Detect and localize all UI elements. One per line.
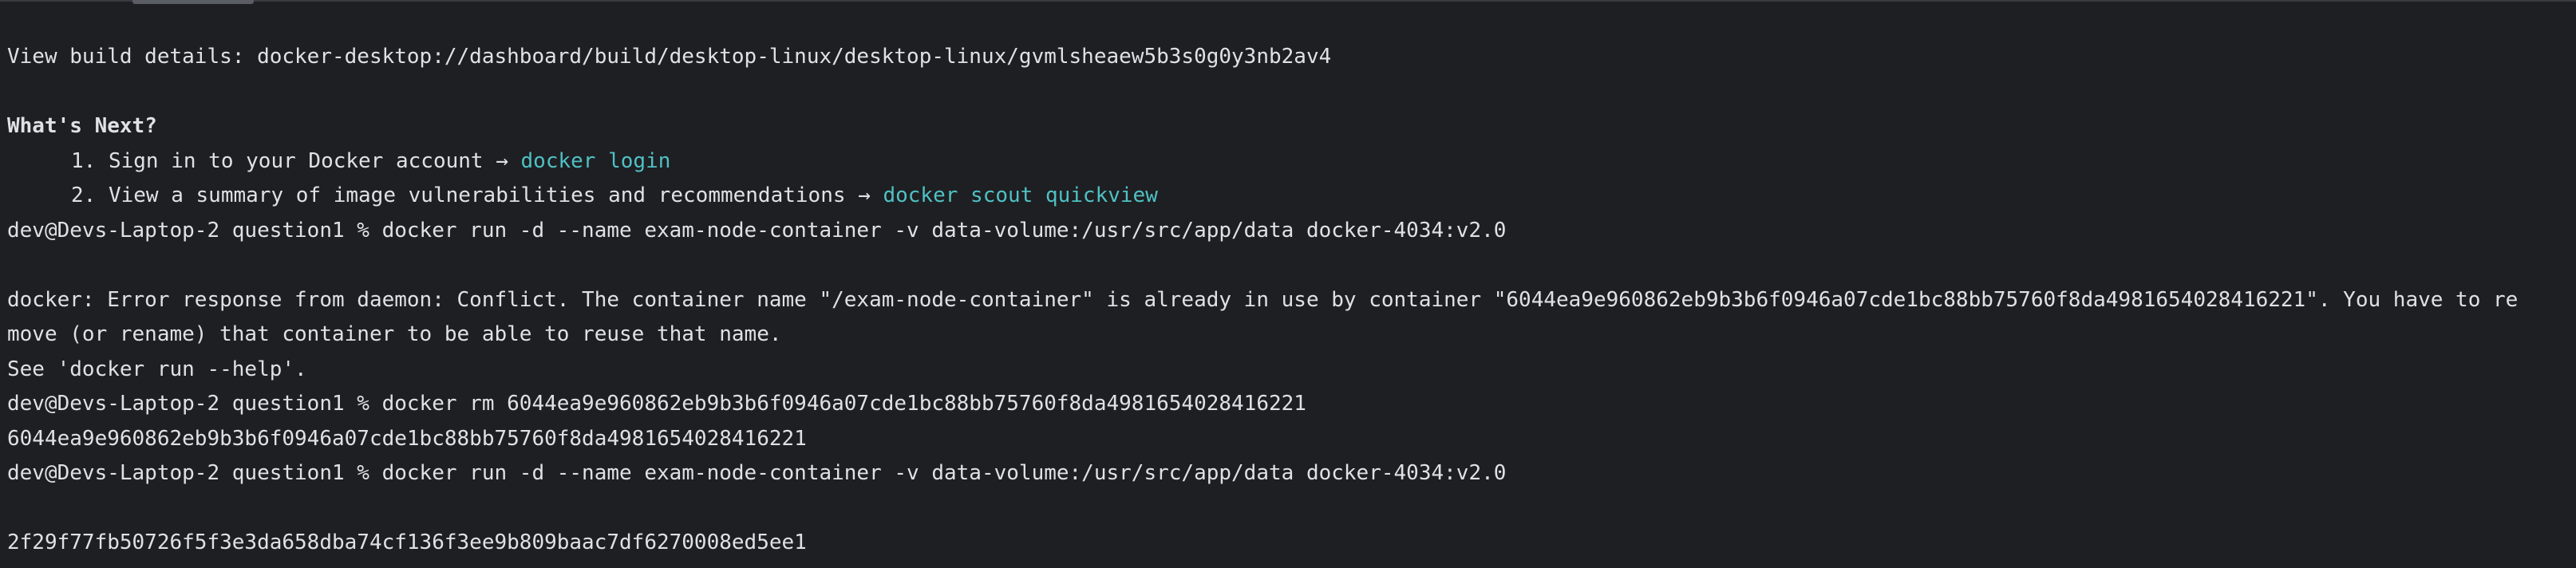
rm-output-line: 6044ea9e960862eb9b3b6f0946a07cde1bc88bb7… [7,426,807,451]
command-line-rm: dev@Devs-Laptop-2 question1 % docker rm … [7,392,1306,416]
whats-next-heading: What's Next? [7,114,157,138]
terminal-output[interactable]: View build details: docker-desktop://das… [7,40,2576,561]
horizontal-scrollbar-thumb[interactable] [132,0,254,4]
next-step-2-text: 2. View a summary of image vulnerabiliti… [71,183,883,207]
docker-scout-quickview-link[interactable]: docker scout quickview [883,183,1157,207]
terminal-panel[interactable]: View build details: docker-desktop://das… [0,0,2576,568]
error-line-1: docker: Error response from daemon: Conf… [7,287,2519,312]
command-line-run-2: dev@Devs-Laptop-2 question1 % docker run… [7,461,1507,485]
error-line-2: move (or rename) that container to be ab… [7,322,782,346]
next-step-2: 2. View a summary of image vulnerabiliti… [7,179,2576,214]
next-step-1-text: 1. Sign in to your Docker account → [71,148,521,173]
build-details-line: View build details: docker-desktop://das… [7,45,1332,69]
panel-divider [0,0,2576,2]
container-id-output: 2f29f77fb50726f5f3e3da658dba74cf136f3ee9… [7,531,807,554]
error-line-3: See 'docker run --help'. [7,357,307,381]
next-step-1: 1. Sign in to your Docker account → dock… [7,144,2576,179]
command-line-run-1: dev@Devs-Laptop-2 question1 % docker run… [7,218,1507,243]
docker-login-link[interactable]: docker login [521,149,671,173]
